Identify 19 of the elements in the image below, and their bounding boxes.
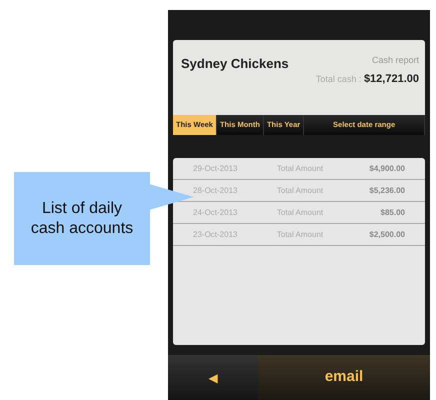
amount-cell-text: $4,900.00: [368, 162, 405, 174]
amount-cell-text: $85.00: [380, 206, 405, 218]
date-cell-text: 23-Oct-2013: [193, 228, 238, 240]
callout-pointer: [149, 184, 194, 210]
label-cell-text: Total Amount: [276, 228, 324, 240]
amount-cell-text: $5,236.00: [368, 184, 405, 196]
back-button[interactable]: ◀: [168, 355, 258, 400]
label-cell-text: Total Amount: [276, 162, 324, 174]
date-cell-text: 24-Oct-2013: [193, 206, 238, 218]
callout-box: List of daily cash accounts: [14, 172, 150, 265]
date-cell-text: 29-Oct-2013: [193, 162, 238, 174]
email-button[interactable]: email: [258, 355, 430, 400]
report-label: Cash report: [370, 54, 419, 67]
date-cell-text: 28-Oct-2013: [193, 184, 238, 196]
label-cell-text: Total Amount: [276, 184, 324, 196]
label-cell-text: Total Amount: [276, 206, 324, 218]
store-title: Sydney Chickens: [181, 55, 289, 73]
total-cash: Total cash : $12,721.00: [316, 72, 419, 86]
amount-cell-text: $2,500.00: [368, 228, 405, 240]
